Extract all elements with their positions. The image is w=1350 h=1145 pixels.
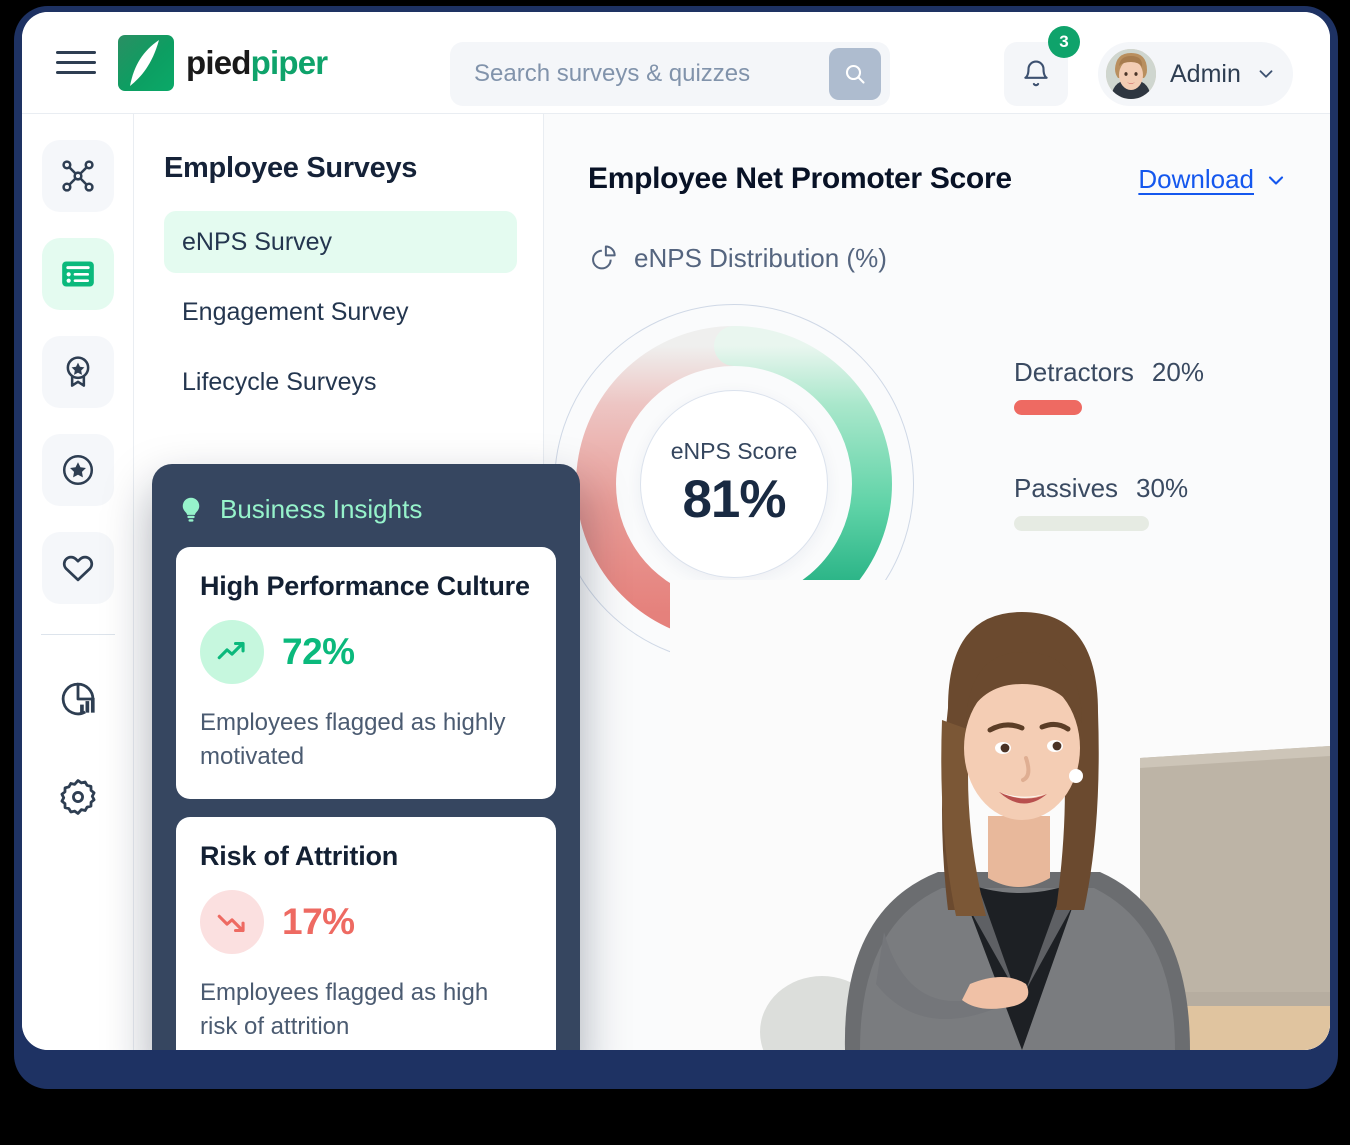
rail-item-settings[interactable] xyxy=(42,761,114,833)
rail-item-awards[interactable] xyxy=(41,336,114,408)
businesswoman-at-laptop-photo xyxy=(670,580,1330,1050)
rail-item-surveys[interactable] xyxy=(41,238,114,310)
brand-wordmark: piedpiper xyxy=(186,43,328,82)
distribution-header: eNPS Distribution (%) xyxy=(588,242,887,274)
insight-card-title: High Performance Culture xyxy=(200,571,530,601)
trend-down-icon xyxy=(200,890,264,955)
rail-item-favorites[interactable] xyxy=(41,434,114,506)
rail-divider xyxy=(40,634,115,635)
survey-list-icon xyxy=(61,261,94,287)
screenshot-stage: piedpiper 3 xyxy=(0,0,1350,1145)
star-circle-icon xyxy=(62,454,93,486)
search-input[interactable] xyxy=(450,60,829,88)
legend-value: 30% xyxy=(1136,473,1189,503)
notification-count-badge: 3 xyxy=(1048,26,1080,58)
badge-star-icon xyxy=(66,356,89,387)
pie-chart-icon xyxy=(592,245,616,270)
rail-item-analytics[interactable] xyxy=(42,663,114,735)
heart-icon xyxy=(62,555,93,582)
insight-card-metric: 17% xyxy=(200,890,532,955)
brand-wordmark-pied: pied xyxy=(186,43,251,81)
insight-card-performance[interactable]: High Performance Culture 72% Employees f… xyxy=(176,547,556,800)
legend-label: Passives xyxy=(1014,473,1119,503)
trend-up-icon xyxy=(200,620,264,684)
app-window: piedpiper 3 xyxy=(22,12,1330,1050)
insight-card-attrition[interactable]: Risk of Attrition 17% Employees flagged … xyxy=(176,817,556,1050)
donut-center-label: eNPS Score xyxy=(670,438,798,464)
survey-item-enps[interactable]: eNPS Survey xyxy=(164,211,517,273)
lightbulb-icon xyxy=(182,497,200,522)
piedpiper-logo-icon xyxy=(118,34,174,91)
survey-item-engagement[interactable]: Engagement Survey xyxy=(164,281,517,343)
search-bar[interactable] xyxy=(450,42,890,106)
legend-row-passives: Passives 30% xyxy=(1014,473,1284,531)
insight-card-description: Employees flagged as high risk of attrit… xyxy=(200,979,489,1040)
rail-item-network[interactable] xyxy=(41,140,114,212)
network-icon xyxy=(61,160,94,192)
chevron-down-icon xyxy=(1259,70,1273,78)
download-label: Download xyxy=(1138,164,1254,194)
survey-item-label: eNPS Survey xyxy=(182,227,333,256)
brand-wordmark-piper: piper xyxy=(250,43,328,81)
profile-name: Admin xyxy=(1170,59,1241,88)
bell-icon xyxy=(1024,60,1048,87)
app-header: piedpiper 3 xyxy=(22,12,1330,114)
download-button[interactable]: Download xyxy=(1138,164,1288,195)
hamburger-icon[interactable] xyxy=(56,48,96,78)
icon-rail xyxy=(22,114,134,1050)
rail-item-wellbeing[interactable] xyxy=(41,532,114,604)
legend-bar xyxy=(1014,400,1082,415)
page-title: Employee Net Promoter Score xyxy=(588,162,1012,195)
brand-logo[interactable]: piedpiper xyxy=(118,34,328,91)
enps-main-panel: Employee Net Promoter Score Download eNP… xyxy=(544,114,1330,1050)
gear-icon xyxy=(60,779,95,815)
insight-card-title: Risk of Attrition xyxy=(200,841,399,872)
donut-center-value: 81% xyxy=(682,470,786,529)
survey-item-label: Engagement Survey xyxy=(182,297,409,326)
business-insights-panel: Business Insights High Performance Cultu… xyxy=(152,464,580,1050)
insight-card-metric: 72% xyxy=(200,620,532,684)
survey-item-label: Lifecycle Surveys xyxy=(182,367,377,396)
surveys-panel-title: Employee Surveys xyxy=(164,152,418,184)
legend-row-detractors: Detractors 20% xyxy=(1014,357,1284,415)
survey-item-lifecycle[interactable]: Lifecycle Surveys xyxy=(164,351,517,413)
search-button[interactable] xyxy=(829,48,881,100)
avatar xyxy=(1106,49,1156,99)
legend-bar xyxy=(1014,516,1149,531)
business-insights-title: Business Insights xyxy=(220,494,423,524)
pie-chart-icon xyxy=(61,682,95,716)
insight-card-value: 72% xyxy=(282,631,355,672)
chevron-down-icon xyxy=(1268,175,1284,185)
profile-menu[interactable]: Admin xyxy=(1098,42,1293,106)
legend-value: 20% xyxy=(1151,357,1204,387)
distribution-label: eNPS Distribution (%) xyxy=(634,242,887,273)
donut-center-readout: eNPS Score 81% xyxy=(640,390,828,578)
legend-label: Detractors xyxy=(1014,357,1134,387)
insight-card-description: Employees flagged as highly motivated xyxy=(200,709,506,770)
business-insights-header: Business Insights xyxy=(176,494,556,525)
insight-card-value: 17% xyxy=(282,901,355,943)
